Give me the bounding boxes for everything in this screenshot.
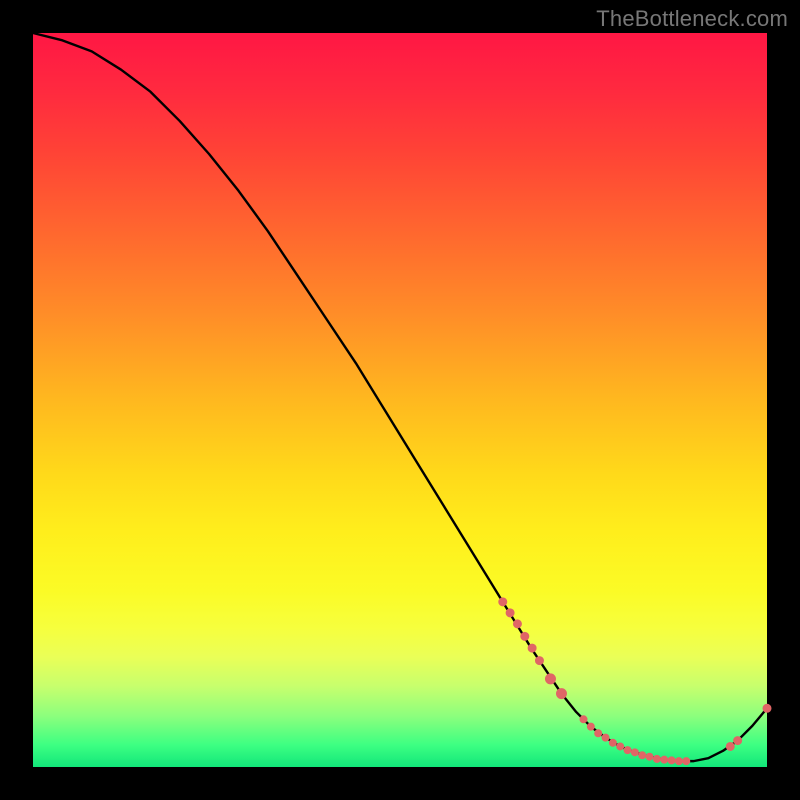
data-point — [624, 747, 631, 754]
bottleneck-curve — [33, 33, 767, 761]
data-point — [556, 689, 566, 699]
data-point — [726, 742, 734, 750]
chart-svg — [33, 33, 767, 767]
data-point — [602, 734, 609, 741]
watermark-text: TheBottleneck.com — [596, 6, 788, 32]
data-point — [763, 704, 771, 712]
data-point — [595, 730, 602, 737]
data-point — [661, 756, 668, 763]
data-point — [646, 753, 653, 760]
data-point — [668, 757, 675, 764]
data-point — [683, 758, 690, 765]
data-point — [499, 598, 507, 606]
data-point — [545, 674, 555, 684]
data-point — [617, 743, 624, 750]
chart-frame: TheBottleneck.com — [0, 0, 800, 800]
curve-points — [499, 598, 771, 765]
data-point — [528, 644, 536, 652]
data-point — [609, 739, 616, 746]
plot-area — [33, 33, 767, 767]
data-point — [631, 749, 638, 756]
data-point — [675, 758, 682, 765]
data-point — [653, 755, 660, 762]
data-point — [734, 737, 742, 745]
data-point — [587, 723, 594, 730]
data-point — [521, 632, 529, 640]
data-point — [535, 657, 543, 665]
data-point — [580, 716, 587, 723]
data-point — [506, 609, 514, 617]
data-point — [639, 752, 646, 759]
data-point — [513, 620, 521, 628]
